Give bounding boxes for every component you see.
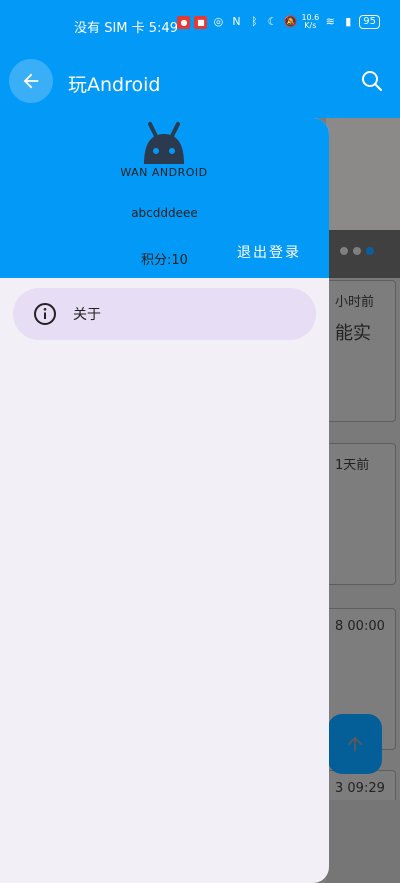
article-card: 1天前 — [326, 443, 396, 585]
banner-dot — [340, 247, 348, 255]
info-icon — [34, 303, 56, 325]
drawer-header: WAN ANDROID abcdddeee 积分:10 退出登录 — [0, 118, 329, 278]
banner-dot-active — [366, 247, 374, 255]
net-speed: 10.6 K/s — [301, 14, 319, 30]
nfc-n-icon: N — [232, 15, 241, 28]
article-time: 小时前 — [335, 295, 375, 310]
article-time: 3 09:29 — [335, 781, 385, 796]
logo-text: WAN ANDROID — [120, 166, 208, 179]
status-carrier-time: 没有 SIM 卡 5:49 — [74, 21, 178, 36]
back-button[interactable] — [9, 59, 53, 103]
moon-icon: ☾ — [267, 15, 278, 28]
app-bar: 玩Android — [0, 52, 400, 118]
bottom-navigation — [326, 800, 400, 883]
username: abcdddeee — [131, 206, 198, 220]
user-points: 积分:10 — [141, 253, 188, 268]
banner-dot — [353, 247, 361, 255]
arrow-up-icon — [347, 736, 363, 752]
status-bar: 没有 SIM 卡 5:49 ● ■ ◎ N ᛒ ☾ 🔕 10.6 K/s ≋ ▮… — [0, 0, 400, 52]
arrow-back-icon — [23, 73, 39, 89]
wifi-icon: ≋ — [325, 15, 335, 28]
status-icons: ● ■ ◎ N ᛒ ☾ 🔕 10.6 K/s ≋ ▮ 95 — [177, 14, 380, 30]
notification-app-icon-2: ■ — [194, 15, 208, 29]
net-speed-unit: K/s — [304, 21, 317, 30]
battery-saver-icon: ▮ — [345, 15, 352, 28]
logout-button[interactable]: 退出登录 — [237, 242, 301, 262]
mute-icon: 🔕 — [283, 15, 298, 28]
notification-app-icon: ● — [177, 15, 191, 29]
article-time: 1天前 — [335, 458, 370, 473]
article-title: 能实 — [335, 323, 371, 344]
navigation-drawer: WAN ANDROID abcdddeee 积分:10 退出登录 关于 — [0, 118, 329, 883]
bluetooth-icon: ᛒ — [251, 15, 258, 28]
scroll-top-button — [328, 714, 382, 774]
drawer-item-label: 关于 — [73, 307, 101, 323]
banner-image — [326, 118, 400, 230]
article-time: 8 00:00 — [335, 619, 385, 634]
nfc-icon: ◎ — [213, 15, 224, 28]
article-card: 小时前 能实 — [326, 280, 396, 422]
drawer-item-about[interactable]: 关于 — [13, 288, 316, 340]
banner-indicator — [340, 247, 374, 255]
page-title: 玩Android — [68, 74, 161, 96]
battery-indicator: 95 — [359, 15, 380, 29]
search-icon[interactable] — [360, 69, 384, 93]
